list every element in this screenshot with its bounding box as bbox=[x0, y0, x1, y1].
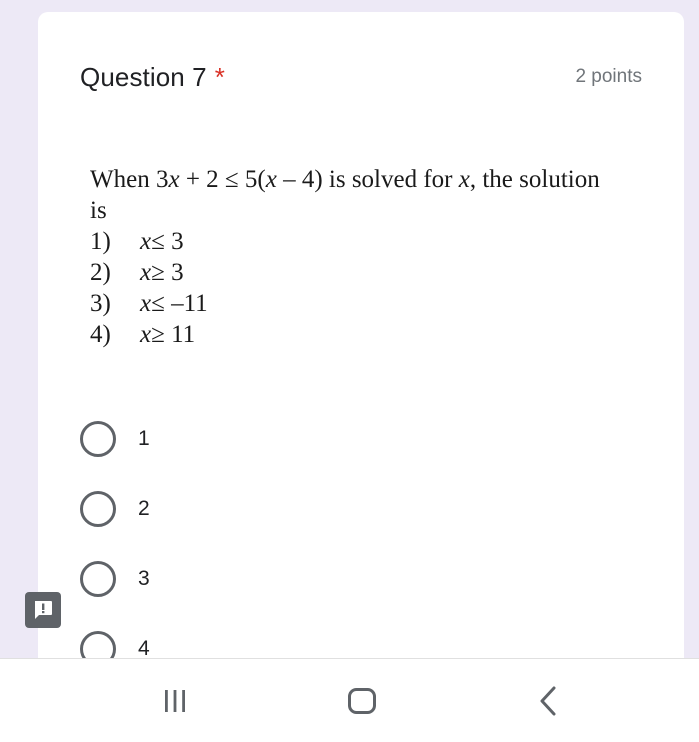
question-title-text: Question 7 bbox=[80, 61, 207, 92]
option-2[interactable]: 2 bbox=[80, 474, 640, 544]
question-card: Question 7 * 2 points When 3x + 2 ≤ 5(x –… bbox=[38, 12, 684, 712]
image-choice-4: 4) x ≥ 11 bbox=[90, 319, 650, 350]
radio-button[interactable] bbox=[80, 421, 116, 457]
option-label: 2 bbox=[138, 497, 150, 520]
question-header: Question 7 * 2 points bbox=[80, 60, 642, 94]
option-3[interactable]: 3 bbox=[80, 544, 640, 614]
home-icon bbox=[348, 688, 376, 714]
question-text-segment: , the solution bbox=[469, 166, 600, 193]
question-text-line-1: When 3x + 2 ≤ 5(x – 4) is solved for x, … bbox=[90, 164, 650, 195]
image-choice-number: 1) bbox=[90, 228, 111, 255]
question-text-segment: – 4) is solved for bbox=[276, 166, 459, 193]
image-choice-variable: x bbox=[140, 259, 152, 286]
back-icon bbox=[540, 686, 556, 716]
home-button[interactable] bbox=[338, 679, 386, 723]
image-choice-text: ≥ 11 bbox=[151, 321, 196, 348]
question-text-variable: x bbox=[265, 166, 277, 193]
image-choice-2: 2) x ≥ 3 bbox=[90, 257, 650, 288]
question-text-variable: x bbox=[458, 166, 470, 193]
required-marker: * bbox=[214, 61, 225, 92]
answer-options: 1 2 3 4 bbox=[80, 404, 640, 684]
image-choice-variable: x bbox=[140, 290, 152, 317]
radio-button[interactable] bbox=[80, 561, 116, 597]
exclamation-icon bbox=[35, 601, 52, 619]
report-issue-button[interactable] bbox=[25, 592, 61, 628]
question-image: When 3x + 2 ≤ 5(x – 4) is solved for x, … bbox=[90, 164, 650, 350]
image-choice-1: 1) x ≤ 3 bbox=[90, 226, 650, 257]
image-choice-3: 3) x ≤ –11 bbox=[90, 288, 650, 319]
system-navigation-bar bbox=[0, 658, 699, 742]
image-choice-variable: x bbox=[140, 228, 152, 255]
radio-button[interactable] bbox=[80, 491, 116, 527]
recent-apps-icon bbox=[165, 690, 185, 712]
image-choice-variable: x bbox=[140, 321, 152, 348]
question-title: Question 7 * bbox=[80, 62, 225, 93]
option-label: 3 bbox=[138, 567, 150, 590]
image-choice-number: 2) bbox=[90, 259, 111, 286]
question-text-variable: x bbox=[168, 166, 180, 193]
recent-apps-button[interactable] bbox=[151, 679, 199, 723]
page: Question 7 * 2 points When 3x + 2 ≤ 5(x –… bbox=[0, 0, 699, 742]
points-label: 2 points bbox=[575, 66, 642, 87]
option-label: 1 bbox=[138, 427, 150, 450]
question-text-segment: When 3 bbox=[90, 166, 169, 193]
image-choice-text: ≤ –11 bbox=[151, 290, 208, 317]
image-choice-text: ≥ 3 bbox=[151, 259, 184, 286]
back-button[interactable] bbox=[525, 679, 573, 723]
image-choice-text: ≤ 3 bbox=[151, 228, 184, 255]
image-choice-number: 4) bbox=[90, 321, 111, 348]
question-text-segment: + 2 ≤ 5( bbox=[179, 166, 266, 193]
option-1[interactable]: 1 bbox=[80, 404, 640, 474]
image-choice-number: 3) bbox=[90, 290, 111, 317]
question-text-line-2: is bbox=[90, 197, 107, 224]
